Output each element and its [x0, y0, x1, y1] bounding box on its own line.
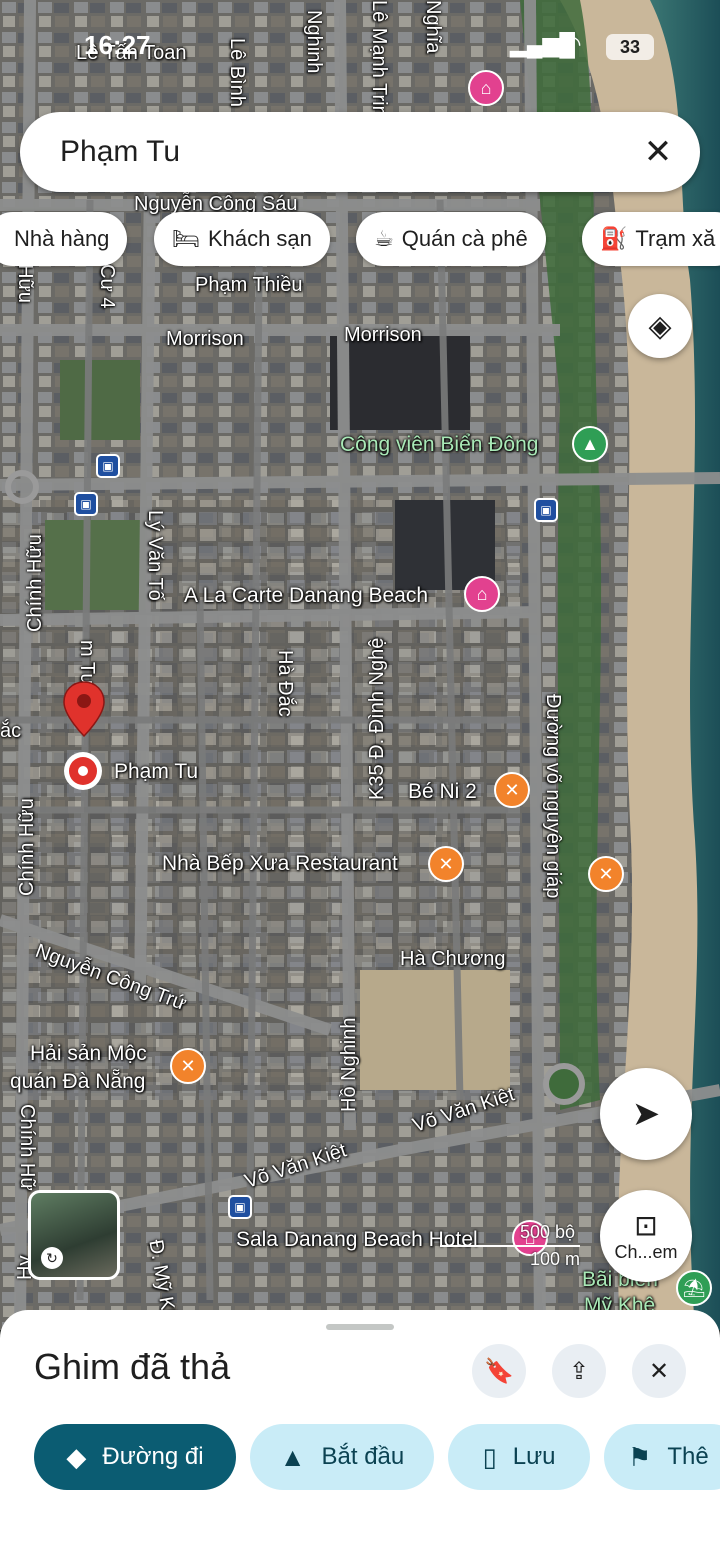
button-label: Đường đi — [102, 1443, 204, 1470]
sheet-title: Ghim đã thả — [34, 1346, 231, 1387]
place-sheet[interactable]: Ghim đã thả 🔖 ⇪ ✕ ◆ Đường đi ▲ Bắt đầu ▯… — [0, 1310, 720, 1561]
directions-icon: ◆ — [66, 1441, 87, 1472]
street-label: Cư 4 — [96, 264, 118, 309]
hotel-poi-icon[interactable]: ⌂ — [468, 70, 504, 106]
chip-label: Quán cà phê — [401, 226, 528, 251]
lens-label: Ch...em — [614, 1242, 678, 1262]
street-label: Đường võ nguyên giáp — [542, 694, 564, 899]
battery-icon: 33 — [606, 34, 654, 60]
restaurant-poi-icon[interactable]: ✕ — [588, 856, 624, 892]
restaurant-label[interactable]: Hải sản Mộc — [30, 1042, 147, 1066]
park-poi-icon[interactable]: ▲ — [572, 426, 608, 462]
restaurant-poi-icon[interactable]: ✕ — [428, 846, 464, 882]
chip-label: Trạm xă — [635, 226, 716, 251]
status-time: 16:27 — [84, 30, 151, 60]
scale-meters: 100 m — [530, 1249, 581, 1269]
bus-stop-icon[interactable]: ▣ — [534, 498, 558, 522]
chip-cafes[interactable]: ☕ Quán cà phê — [356, 212, 546, 266]
street-label: Nghĩa — [422, 0, 444, 54]
chip-gas[interactable]: ⛽ Trạm xă — [582, 212, 720, 266]
chip-hotels[interactable]: 🛏 Khách sạn — [154, 212, 330, 266]
close-icon: ✕ — [648, 1357, 670, 1385]
wifi-icon: ◠ — [562, 31, 581, 58]
beach-poi-icon[interactable]: ⛱ — [676, 1270, 712, 1306]
street-label: Lý Văn Tố — [144, 510, 166, 601]
close-sheet-button[interactable]: ✕ — [632, 1344, 686, 1398]
button-label: Thê — [667, 1443, 709, 1470]
save-bookmark-button[interactable]: 🔖 — [472, 1344, 526, 1398]
street-label: Morrison — [344, 324, 422, 346]
map-scale: 500 bộ 100 m — [440, 1222, 580, 1270]
restaurant-label[interactable]: Bé Ni 2 — [408, 780, 477, 804]
restaurant-poi-icon[interactable]: ✕ — [494, 772, 530, 808]
park-label[interactable]: Công viên Biển Đông — [340, 433, 538, 457]
my-location-button[interactable]: ➤ — [600, 1068, 692, 1160]
share-icon: ⇪ — [568, 1357, 590, 1385]
street-view-thumbnail[interactable]: ↻ — [28, 1190, 120, 1280]
street-label: m Tu — [76, 640, 98, 685]
street-label: K35 Đ. Đình Nghệ — [366, 637, 388, 800]
search-input[interactable]: Phạm Tu — [60, 135, 636, 169]
button-label: Lưu — [512, 1443, 556, 1470]
bus-stop-icon[interactable]: ▣ — [96, 454, 120, 478]
bus-stop-icon[interactable]: ▣ — [74, 492, 98, 516]
save-button[interactable]: ▯ Lưu — [448, 1424, 590, 1490]
coffee-icon: ☕ — [374, 226, 394, 251]
start-button[interactable]: ▲ Bắt đầu — [250, 1424, 434, 1490]
street-label: Chính Hữu — [24, 534, 46, 632]
street-label: ắc — [0, 720, 22, 742]
street-label: Chính Hữu — [16, 798, 38, 896]
lens-button[interactable]: ⊡ Ch...em — [600, 1190, 692, 1282]
street-label: Hà Chương — [400, 948, 506, 970]
directions-button[interactable]: ◆ Đường đi — [34, 1424, 236, 1490]
drag-handle[interactable] — [326, 1324, 394, 1330]
hotel-label[interactable]: A La Carte Danang Beach — [184, 584, 428, 608]
flag-icon: ⚑ — [628, 1441, 652, 1472]
street-label: Hồ Nghinh — [338, 1017, 360, 1112]
gas-station-icon: ⛽ — [600, 226, 628, 251]
add-label-button[interactable]: ⚑ Thê — [604, 1424, 720, 1490]
button-label: Bắt đầu — [321, 1443, 405, 1470]
street-label: Nghinh — [303, 10, 325, 74]
red-pin-icon[interactable] — [62, 680, 106, 738]
restaurant-label[interactable]: Nhà Bếp Xưa Restaurant — [162, 852, 398, 876]
street-label: Hà Đắc — [274, 650, 296, 717]
street-label: Phạm Thiều — [195, 274, 303, 296]
share-button[interactable]: ⇪ — [552, 1344, 606, 1398]
navigation-arrow-icon: ▲ — [279, 1441, 306, 1472]
layers-icon: ◈ — [648, 309, 672, 343]
bookmark-icon: ▯ — [482, 1441, 497, 1472]
chip-label: Khách sạn — [207, 226, 312, 251]
restaurant-poi-icon[interactable]: ✕ — [170, 1048, 206, 1084]
search-bar[interactable]: Phạm Tu ✕ — [20, 112, 700, 192]
bed-icon: 🛏 — [172, 226, 200, 251]
close-icon[interactable]: ✕ — [636, 130, 680, 174]
street-label: Chính Hữ — [16, 1104, 38, 1191]
bookmark-icon: 🔖 — [484, 1357, 514, 1385]
place-marker-icon[interactable] — [64, 752, 102, 790]
street-label: Hữu — [14, 264, 36, 303]
street-label: Lê Bình — [226, 38, 248, 107]
chip-restaurants[interactable]: Nhà hàng — [0, 212, 128, 266]
layers-button[interactable]: ◈ — [628, 294, 692, 358]
street-label: Lê Mạnh Trinh — [368, 0, 390, 128]
bus-stop-icon[interactable]: ▣ — [228, 1195, 252, 1219]
rotate-360-icon: ↻ — [41, 1247, 63, 1269]
pin-label[interactable]: Phạm Tu — [114, 760, 198, 784]
chip-label: Nhà hàng — [14, 226, 110, 251]
hotel-poi-icon[interactable]: ⌂ — [464, 576, 500, 612]
street-label: Morrison — [166, 328, 244, 350]
scale-feet: 500 bộ — [520, 1222, 576, 1242]
camera-icon: ⊡ — [634, 1210, 658, 1241]
restaurant-label[interactable]: quán Đà Nẵng — [10, 1070, 145, 1094]
navigation-arrow-icon: ➤ — [631, 1095, 661, 1133]
